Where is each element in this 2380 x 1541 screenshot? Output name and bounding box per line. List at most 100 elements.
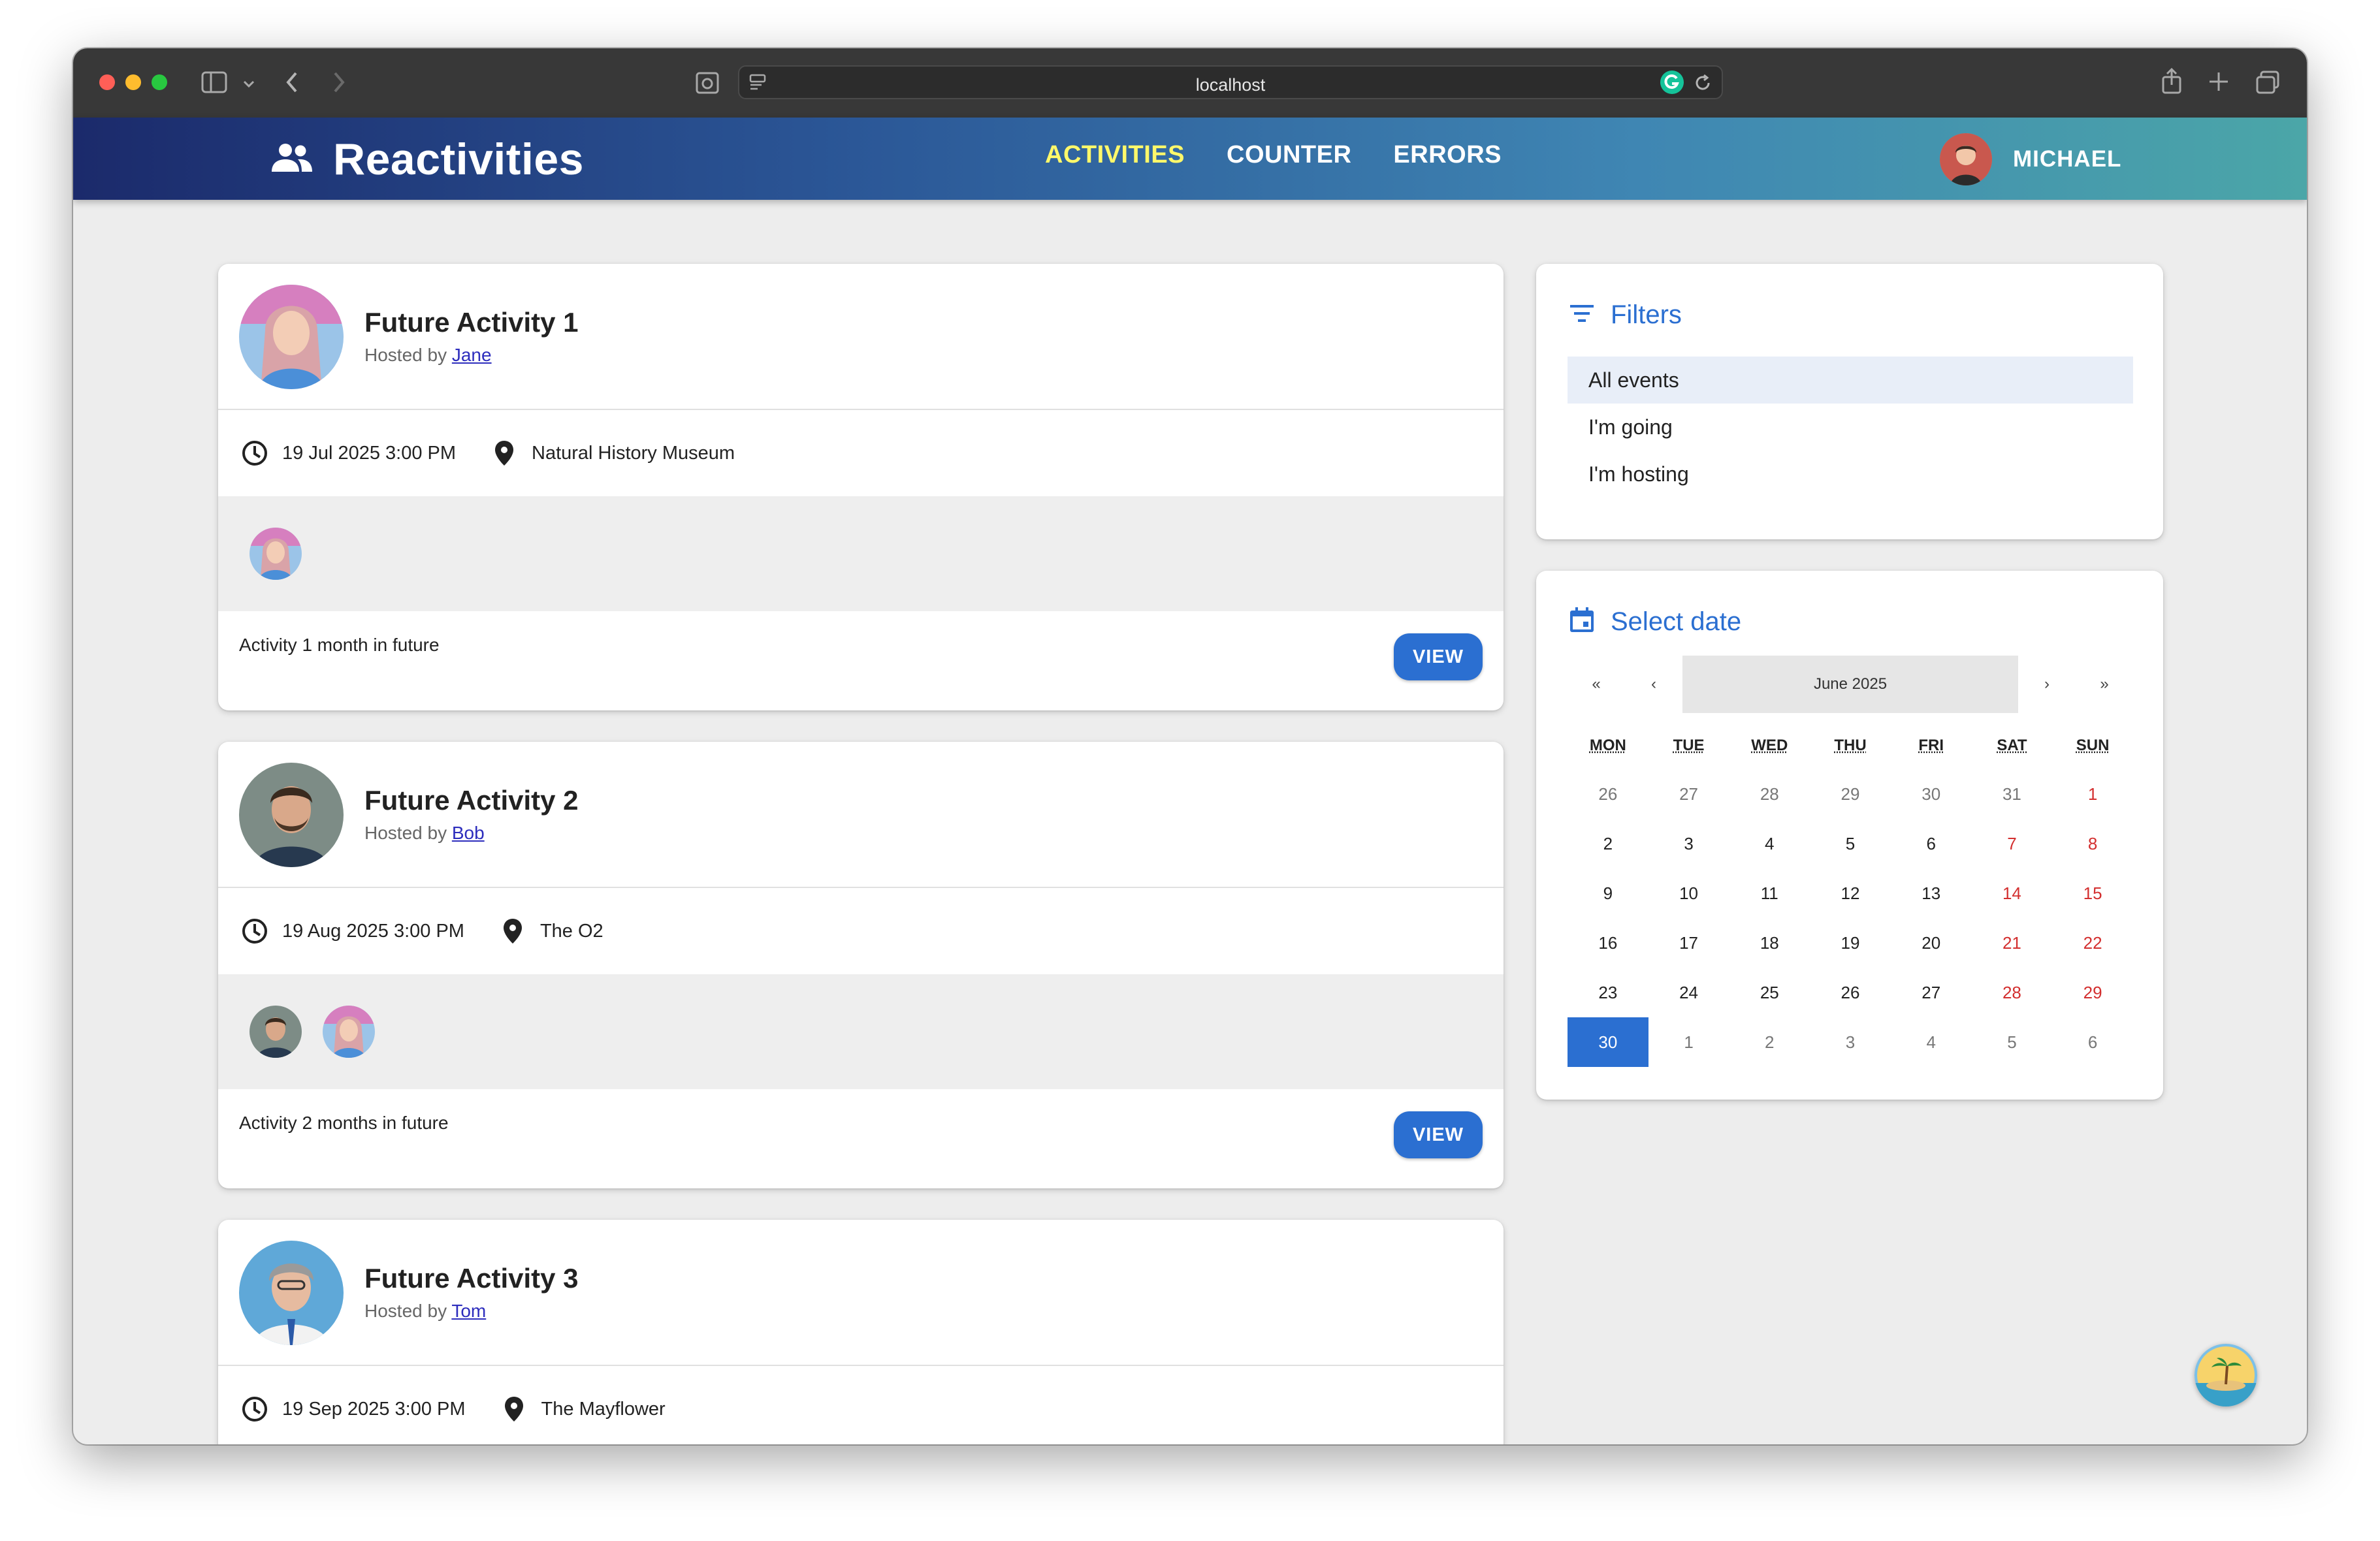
view-button[interactable]: VIEW [1394, 633, 1483, 680]
calendar-day[interactable]: 25 [1729, 968, 1810, 1017]
calendar-day[interactable]: 24 [1648, 968, 1729, 1017]
brand-title: Reactivities [333, 135, 584, 184]
user-menu[interactable]: MICHAEL [1940, 133, 2121, 185]
share-icon[interactable] [2161, 67, 2183, 99]
nav-counter[interactable]: Counter [1227, 141, 1351, 169]
host-link[interactable]: Bob [452, 823, 485, 843]
calendar-day[interactable]: 21 [1972, 918, 2053, 968]
sidebar-toggle-icon[interactable] [201, 71, 227, 98]
calendar-day[interactable]: 8 [2052, 819, 2133, 868]
new-tab-icon[interactable] [2208, 71, 2230, 97]
calendar-day[interactable]: 23 [1568, 968, 1648, 1017]
chevron-down-icon[interactable] [242, 73, 256, 95]
user-name: MICHAEL [2013, 146, 2122, 172]
nav-activities[interactable]: Activities [1045, 141, 1185, 169]
filter-list: All events I'm going I'm hosting [1568, 357, 2133, 498]
calendar-navigation: « ‹ June 2025 › » [1568, 656, 2133, 713]
calendar-day[interactable]: 16 [1568, 918, 1648, 968]
activity-description: Activity 2 months in future [239, 1113, 449, 1133]
screenshot-icon[interactable] [695, 71, 720, 99]
calendar-day[interactable]: 29 [2052, 968, 2133, 1017]
prev-month-button[interactable]: ‹ [1625, 656, 1682, 713]
calendar-day[interactable]: 10 [1648, 868, 1729, 918]
host-link[interactable]: Tom [451, 1301, 486, 1321]
calendar-day[interactable]: 7 [1972, 819, 2053, 868]
calendar-day[interactable]: 5 [1810, 819, 1891, 868]
attendee-avatar[interactable] [249, 528, 302, 580]
brand[interactable]: Reactivities [269, 133, 584, 185]
calendar-day[interactable]: 11 [1729, 868, 1810, 918]
month-label[interactable]: June 2025 [1682, 656, 2018, 713]
calendar-day[interactable]: 13 [1891, 868, 1972, 918]
calendar-day[interactable]: 28 [1729, 769, 1810, 819]
filter-going[interactable]: I'm going [1568, 404, 2133, 451]
back-icon[interactable] [283, 69, 300, 99]
calendar-day[interactable]: 2 [1729, 1017, 1810, 1067]
calendar-day[interactable]: 4 [1891, 1017, 1972, 1067]
minimize-window-button[interactable] [125, 74, 141, 90]
calendar-day[interactable]: 2 [1568, 819, 1648, 868]
nav-errors[interactable]: Errors [1393, 141, 1502, 169]
forward-icon[interactable] [330, 69, 347, 99]
app-bar: Reactivities Activities Counter Errors M… [73, 118, 2307, 200]
weekday-label: SUN [2076, 737, 2110, 754]
calendar-day[interactable]: 15 [2052, 868, 2133, 918]
hosted-by: Hosted by Bob [364, 823, 485, 844]
calendar-day[interactable]: 22 [2052, 918, 2133, 968]
activity-card: Future Activity 1 Hosted by Jane 19 Jul … [218, 264, 1504, 710]
next-year-button[interactable]: » [2076, 656, 2133, 713]
group-icon [269, 142, 315, 178]
reload-icon[interactable] [1693, 73, 1713, 97]
attendee-avatar[interactable] [249, 1006, 302, 1058]
calendar-day[interactable]: 28 [1972, 968, 2053, 1017]
grammarly-icon[interactable] [1659, 69, 1685, 99]
activity-venue: The O2 [539, 920, 603, 942]
calendar-day[interactable]: 5 [1972, 1017, 2053, 1067]
calendar-day[interactable]: 31 [1972, 769, 2053, 819]
calendar-day[interactable]: 6 [2052, 1017, 2133, 1067]
close-window-button[interactable] [99, 74, 115, 90]
filter-all-events[interactable]: All events [1568, 357, 2133, 404]
activity-description: Activity 1 month in future [239, 635, 440, 655]
zoom-window-button[interactable] [152, 74, 167, 90]
calendar-day[interactable]: 30 [1891, 769, 1972, 819]
host-avatar [239, 763, 344, 867]
filter-hosting[interactable]: I'm hosting [1568, 451, 2133, 498]
weekday-label: FRI [1918, 737, 1944, 754]
calendar-day[interactable]: 27 [1891, 968, 1972, 1017]
calendar-day[interactable]: 4 [1729, 819, 1810, 868]
calendar-day[interactable]: 29 [1810, 769, 1891, 819]
calendar-day[interactable]: 27 [1648, 769, 1729, 819]
calendar-day[interactable]: 3 [1810, 1017, 1891, 1067]
address-bar[interactable]: localhost [738, 65, 1723, 99]
calendar-day[interactable]: 1 [2052, 769, 2133, 819]
calendar-day-selected[interactable]: 30 [1568, 1017, 1648, 1067]
location-pin-icon [490, 439, 519, 468]
calendar-day[interactable]: 6 [1891, 819, 1972, 868]
calendar-header: Select date [1568, 606, 1741, 638]
weekday-label: MON [1589, 737, 1626, 754]
activity-header: Future Activity 2 Hosted by Bob [218, 742, 1504, 888]
calendar-icon [1568, 606, 1596, 638]
activity-date: 19 Aug 2025 3:00 PM [282, 920, 464, 942]
floating-badge-button[interactable] [2195, 1344, 2257, 1406]
calendar-day[interactable]: 20 [1891, 918, 1972, 968]
calendar-day[interactable]: 17 [1648, 918, 1729, 968]
activity-meta: 19 Jul 2025 3:00 PM Natural History Muse… [218, 410, 1504, 496]
location-pin-icon [498, 917, 527, 945]
calendar-day[interactable]: 18 [1729, 918, 1810, 968]
calendar-day[interactable]: 26 [1568, 769, 1648, 819]
calendar-day[interactable]: 3 [1648, 819, 1729, 868]
host-link[interactable]: Jane [452, 345, 492, 365]
prev-year-button[interactable]: « [1568, 656, 1625, 713]
calendar-day[interactable]: 12 [1810, 868, 1891, 918]
calendar-day[interactable]: 19 [1810, 918, 1891, 968]
calendar-day[interactable]: 1 [1648, 1017, 1729, 1067]
calendar-day[interactable]: 14 [1972, 868, 2053, 918]
view-button[interactable]: VIEW [1394, 1111, 1483, 1158]
attendee-avatar[interactable] [323, 1006, 375, 1058]
tab-overview-icon[interactable] [2255, 69, 2281, 99]
next-month-button[interactable]: › [2018, 656, 2076, 713]
calendar-day[interactable]: 26 [1810, 968, 1891, 1017]
calendar-day[interactable]: 9 [1568, 868, 1648, 918]
